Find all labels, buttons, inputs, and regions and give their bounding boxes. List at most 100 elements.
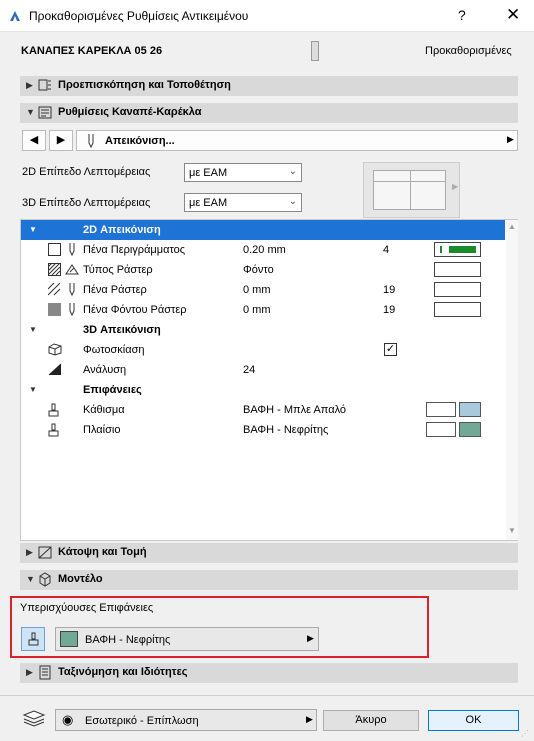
surface-swatch-outline[interactable] bbox=[426, 422, 456, 437]
pen-icon bbox=[69, 303, 75, 317]
surface-color-swatch[interactable] bbox=[459, 402, 481, 417]
dropdown-value: με ΕΑΜ bbox=[189, 167, 228, 179]
panel-model[interactable]: ▼ Μοντέλο bbox=[20, 570, 518, 590]
panel-label: Προεπισκόπηση και Τοποθέτηση bbox=[58, 79, 231, 91]
panel-label: Ρυθμίσεις Καναπέ-Καρέκλα bbox=[58, 106, 202, 118]
table-row[interactable]: Πένα Ράστερ 0 mm 19 bbox=[21, 280, 505, 300]
layer-name: Εσωτερικό - Επίπλωση bbox=[85, 715, 199, 727]
close-button[interactable]: ✕ bbox=[506, 5, 520, 25]
dialog-footer: ◉ Εσωτερικό - Επίπλωση ▶ Άκυρο OK ⋰ bbox=[0, 695, 534, 741]
scroll-up-icon[interactable]: ▲ bbox=[508, 222, 516, 231]
background-pen-icon bbox=[48, 303, 61, 316]
panel-sofa-settings[interactable]: ▼ Ρυθμίσεις Καναπέ-Καρέκλα bbox=[20, 103, 518, 123]
expand-arrow-icon: ▶ bbox=[26, 667, 33, 677]
paint-brush-icon bbox=[48, 423, 59, 437]
row-name: Κάθισμα bbox=[83, 404, 125, 416]
hatch-pen-icon bbox=[48, 283, 61, 296]
cancel-button[interactable]: Άκυρο bbox=[323, 710, 419, 731]
row-name: Πένα Φόντου Ράστερ bbox=[83, 304, 187, 316]
ok-button[interactable]: OK bbox=[428, 710, 519, 731]
panel-preview-placement[interactable]: ▶ Προεπισκόπηση και Τοποθέτηση bbox=[20, 76, 518, 96]
group-row-surfaces[interactable]: ▼ Επιφάνειες bbox=[21, 380, 505, 400]
detail-2d-dropdown[interactable]: με ΕΑΜ ⌄ bbox=[184, 163, 302, 182]
row-pen-number: 19 bbox=[383, 304, 396, 316]
page-selector[interactable]: Απεικόνιση... ▶ bbox=[76, 130, 518, 151]
pen-marker bbox=[440, 246, 442, 253]
pen-icon bbox=[69, 243, 75, 257]
table-row[interactable]: Πλαίσιο ΒΑΦΗ - Νεφρίτης bbox=[21, 420, 505, 440]
archicad-app-icon bbox=[10, 11, 20, 21]
preset-label: Προκαθορισμένες bbox=[425, 45, 512, 57]
contour-pen-icon bbox=[48, 243, 61, 256]
table-row[interactable]: Ανάλυση 24 bbox=[21, 360, 505, 380]
preview-image bbox=[373, 170, 446, 210]
collapse-arrow-icon: ▼ bbox=[26, 107, 35, 117]
favorites-slider[interactable] bbox=[311, 41, 319, 61]
menu-arrow-icon: ▶ bbox=[306, 714, 313, 724]
panel-classification[interactable]: ▶ Ταξινόμηση και Ιδιότητες bbox=[20, 663, 518, 683]
pen-color-swatch[interactable] bbox=[434, 282, 481, 297]
row-value: 0 mm bbox=[243, 304, 271, 316]
row-name: Πένα Ράστερ bbox=[83, 284, 147, 296]
help-button[interactable]: ? bbox=[458, 7, 466, 23]
table-row[interactable]: Φωτοσκίαση ✓ bbox=[21, 340, 505, 360]
panel-floorplan-section[interactable]: ▶ Κάτοψη και Τομή bbox=[20, 543, 518, 563]
resolution-icon bbox=[48, 363, 62, 376]
row-value: 24 bbox=[243, 364, 256, 376]
preview-divider bbox=[410, 171, 411, 209]
pen-color bbox=[449, 246, 476, 253]
resize-grip-icon[interactable]: ⋰ bbox=[521, 729, 529, 738]
pen-icon bbox=[69, 283, 75, 297]
table-row[interactable]: Κάθισμα ΒΑΦΗ - Μπλε Απαλό bbox=[21, 400, 505, 420]
pen-color-swatch[interactable] bbox=[434, 242, 481, 257]
shading-checkbox[interactable]: ✓ bbox=[384, 343, 397, 356]
table-row[interactable]: Τύπος Ράστερ Φόντο bbox=[21, 260, 505, 280]
paint-brush-icon bbox=[48, 403, 59, 417]
previous-page-button[interactable]: ◀ bbox=[22, 130, 46, 151]
expand-arrow-icon: ▶ bbox=[26, 547, 33, 557]
group-label: 2D Απεικόνιση bbox=[83, 224, 161, 236]
preview-placement-icon bbox=[38, 79, 51, 91]
table-row[interactable]: Πένα Φόντου Ράστερ 0 mm 19 bbox=[21, 300, 505, 320]
object-name: ΚΑΝΑΠΕΣ ΚΑΡΕΚΛΑ 05 26 bbox=[21, 45, 163, 57]
table-row[interactable]: Πένα Περιγράμματος 0.20 mm 4 bbox=[21, 240, 505, 260]
collapse-arrow-icon: ▼ bbox=[29, 385, 37, 394]
row-value: ΒΑΦΗ - Μπλε Απαλό bbox=[243, 404, 347, 416]
next-page-button[interactable]: ▶ bbox=[49, 130, 73, 151]
row-value: Φόντο bbox=[243, 264, 274, 276]
scroll-down-icon[interactable]: ▼ bbox=[508, 526, 516, 535]
preview-divider bbox=[374, 181, 445, 182]
group-label: Επιφάνειες bbox=[83, 384, 142, 396]
row-name: Φωτοσκίαση bbox=[83, 344, 145, 356]
row-pen-number: 4 bbox=[383, 244, 390, 256]
title-bar: Προκαθορισμένες Ρυθμίσεις Αντικειμένου ?… bbox=[0, 0, 534, 32]
expand-arrow-icon: ▶ bbox=[26, 80, 33, 90]
panel-label: Ταξινόμηση και Ιδιότητες bbox=[58, 666, 188, 678]
preview-thumbnail: ▶ bbox=[363, 162, 460, 218]
row-name: Πλαίσιο bbox=[83, 424, 121, 436]
hatch-pattern-icon bbox=[48, 263, 61, 276]
window-title: Προκαθορισμένες Ρυθμίσεις Αντικειμένου bbox=[29, 9, 249, 23]
preview-arrow-icon: ▶ bbox=[452, 182, 459, 191]
group-row-2d[interactable]: ▼ 2D Απεικόνιση bbox=[21, 220, 505, 240]
surface-color-swatch[interactable] bbox=[459, 422, 481, 437]
table-scrollbar[interactable]: ▲ ▼ bbox=[506, 220, 518, 540]
detail-2d-label: 2D Επίπεδο Λεπτομέρειας bbox=[22, 166, 151, 178]
fill-type-swatch[interactable] bbox=[434, 262, 481, 277]
layer-selector[interactable]: ◉ Εσωτερικό - Επίπλωση ▶ bbox=[55, 709, 317, 731]
panel-label: Κάτοψη και Τομή bbox=[58, 546, 147, 558]
page-label: Απεικόνιση... bbox=[105, 135, 175, 147]
classification-icon bbox=[39, 665, 51, 680]
row-name: Πένα Περιγράμματος bbox=[83, 244, 186, 256]
row-name: Ανάλυση bbox=[83, 364, 127, 376]
layers-icon bbox=[22, 710, 46, 727]
fill-type-icon bbox=[65, 264, 79, 275]
model-cube-icon bbox=[39, 572, 51, 587]
highlight-frame bbox=[10, 596, 429, 658]
pen-color-swatch[interactable] bbox=[434, 302, 481, 317]
collapse-arrow-icon: ▼ bbox=[29, 325, 37, 334]
row-value: 0.20 mm bbox=[243, 244, 286, 256]
detail-3d-dropdown[interactable]: με ΕΑΜ ⌄ bbox=[184, 193, 302, 212]
group-row-3d[interactable]: ▼ 3D Απεικόνιση bbox=[21, 320, 505, 340]
surface-swatch-outline[interactable] bbox=[426, 402, 456, 417]
